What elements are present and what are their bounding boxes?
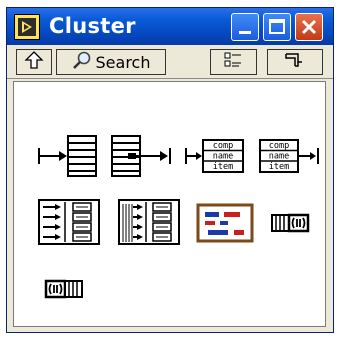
label-item: item (213, 162, 233, 172)
palette-content: comp name item comp name item (13, 81, 326, 327)
view-options-button[interactable] (210, 49, 257, 75)
unbundle-node[interactable] (110, 134, 172, 182)
search-label: Search (95, 52, 151, 72)
label-name: name (213, 152, 233, 162)
up-arrow-icon (24, 50, 44, 74)
close-button[interactable] (295, 13, 323, 41)
title-bar[interactable]: Cluster (7, 8, 333, 45)
cluster-palette-window: Cluster Search comp name item comp name … (6, 7, 334, 333)
up-level-button[interactable] (16, 49, 52, 75)
pin-button[interactable] (267, 49, 323, 75)
label-comp: comp (269, 141, 289, 151)
view-options-icon (223, 50, 245, 74)
label-comp: comp (213, 141, 233, 151)
array-to-cluster-node[interactable] (44, 278, 84, 304)
pin-icon (283, 50, 307, 74)
magnifier-icon (72, 50, 92, 74)
bundle-node[interactable] (37, 134, 99, 182)
cluster-to-array-node[interactable] (270, 212, 310, 238)
label-item: item (269, 162, 289, 172)
unbundle-by-name-node[interactable]: comp name item (258, 138, 322, 178)
window-title: Cluster (49, 14, 136, 38)
search-button[interactable]: Search (56, 49, 166, 75)
minimize-button[interactable] (231, 13, 259, 41)
bundle-by-name-node[interactable]: comp name item (184, 138, 246, 178)
index-and-bundle-cluster-array-node[interactable] (117, 198, 181, 250)
label-name: name (269, 152, 289, 162)
cluster-constant-node[interactable] (196, 203, 254, 247)
maximize-button[interactable] (263, 13, 291, 41)
build-cluster-array-node[interactable] (37, 198, 101, 250)
labview-app-icon[interactable] (14, 14, 40, 40)
palette-toolbar: Search (7, 45, 333, 79)
